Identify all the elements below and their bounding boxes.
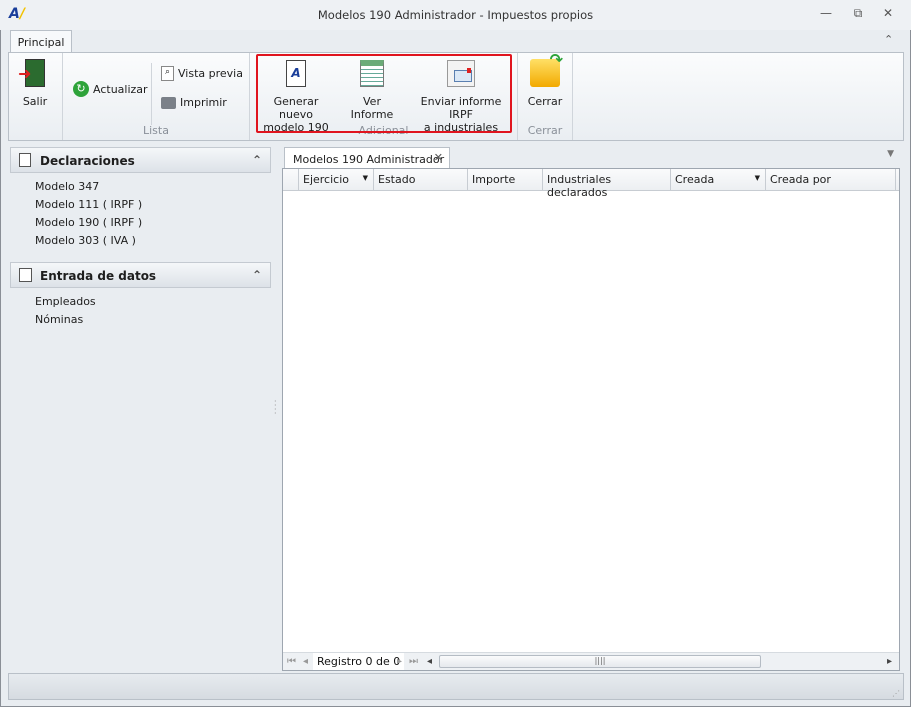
first-record-icon[interactable]: ⏮ bbox=[287, 656, 296, 667]
column-ejercicio[interactable]: Ejercicio ▼ bbox=[299, 169, 374, 190]
document-area: Modelos 190 Administrador ✕ ▼ Ejercicio ▼… bbox=[282, 146, 902, 673]
vista-previa-button[interactable]: ⌕ Vista previa bbox=[161, 66, 243, 81]
printer-icon bbox=[161, 96, 176, 109]
folder-icon: ↷ bbox=[530, 52, 563, 87]
column-creada[interactable]: Creada ▼ bbox=[671, 169, 766, 190]
column-industriales[interactable]: Industriales declarados bbox=[543, 169, 671, 199]
last-record-icon[interactable]: ⏭ bbox=[409, 656, 418, 667]
entrada-datos-title: Entrada de datos bbox=[40, 269, 157, 283]
declaraciones-title: Declaraciones bbox=[40, 154, 135, 168]
maximize-button[interactable]: ⧉ bbox=[848, 6, 868, 24]
tab-list-dropdown-icon[interactable]: ▼ bbox=[887, 149, 894, 159]
collapse-ribbon-icon[interactable]: ⌃ bbox=[884, 33, 893, 46]
column-label: Creada bbox=[675, 173, 715, 186]
row-indicator-header bbox=[283, 169, 299, 190]
resize-grip-icon[interactable]: ⋰ bbox=[892, 689, 900, 698]
close-window-button[interactable]: ✕ bbox=[878, 6, 898, 24]
title-bar: A/ Modelos 190 Administrador - Impuestos… bbox=[0, 0, 911, 30]
record-count: Registro 0 de 0 bbox=[313, 653, 405, 670]
minimize-button[interactable]: — bbox=[816, 6, 836, 24]
vista-previa-label: Vista previa bbox=[178, 67, 243, 80]
next-record-icon[interactable]: ▸ bbox=[397, 656, 402, 667]
group-cerrar: ↷ Cerrar Cerrar bbox=[518, 52, 573, 140]
salir-label: Salir bbox=[22, 95, 48, 108]
sidebar-item-modelo-190[interactable]: Modelo 190 ( IRPF ) bbox=[35, 216, 142, 229]
salir-button[interactable]: ➜ Salir bbox=[15, 59, 55, 108]
scroll-right-icon[interactable]: ▸ bbox=[887, 656, 892, 667]
splitter-handle[interactable]: · · · · bbox=[274, 398, 277, 418]
document-icon bbox=[19, 153, 31, 167]
prev-record-icon[interactable]: ◂ bbox=[303, 656, 308, 667]
scroll-left-icon[interactable]: ◂ bbox=[427, 656, 432, 667]
ribbon-tab-principal[interactable]: Principal bbox=[10, 30, 72, 53]
imprimir-label: Imprimir bbox=[180, 96, 227, 109]
imprimir-button[interactable]: Imprimir bbox=[161, 96, 227, 109]
sort-desc-icon: ▼ bbox=[362, 174, 368, 182]
collapse-icon[interactable]: ⌃ bbox=[252, 153, 262, 167]
separator bbox=[151, 63, 152, 125]
exit-door-icon: ➜ bbox=[18, 59, 45, 87]
cerrar-group-label: Cerrar bbox=[527, 124, 563, 137]
tab-label: Modelos 190 Administrador bbox=[293, 153, 445, 166]
declaraciones-header[interactable]: Declaraciones ⌃ bbox=[10, 147, 271, 173]
status-bar: ⋰ bbox=[8, 673, 904, 700]
column-importe[interactable]: Importe bbox=[468, 169, 543, 190]
highlight-box bbox=[256, 54, 512, 133]
horizontal-scrollbar-thumb[interactable]: |||| bbox=[439, 655, 761, 668]
group-lista: ↻ Actualizar ⌕ Vista previa Imprimir Lis… bbox=[63, 53, 250, 140]
cerrar-label: Cerrar bbox=[527, 95, 563, 108]
data-entry-icon bbox=[19, 268, 32, 282]
navigation-panel: Declaraciones ⌃ Modelo 347 Modelo 111 ( … bbox=[8, 145, 273, 673]
grid-navigator: ⏮ ◂ Registro 0 de 0 ▸ ⏭ ◂ |||| ▸ bbox=[283, 652, 899, 670]
data-grid: Ejercicio ▼ Estado Importe Industriales d… bbox=[282, 168, 900, 671]
column-estado[interactable]: Estado bbox=[374, 169, 468, 190]
sidebar-item-modelo-347[interactable]: Modelo 347 bbox=[35, 180, 99, 193]
refresh-icon: ↻ bbox=[73, 81, 89, 97]
close-tab-icon[interactable]: ✕ bbox=[434, 151, 443, 164]
entrada-datos-header[interactable]: Entrada de datos ⌃ bbox=[10, 262, 271, 288]
grid-header: Ejercicio ▼ Estado Importe Industriales d… bbox=[283, 169, 899, 199]
window-title: Modelos 190 Administrador - Impuestos pr… bbox=[317, 8, 594, 22]
group-salir: ➜ Salir bbox=[9, 53, 63, 140]
sidebar-item-nominas[interactable]: Nóminas bbox=[35, 313, 83, 326]
preview-icon: ⌕ bbox=[161, 66, 174, 81]
collapse-icon[interactable]: ⌃ bbox=[252, 268, 262, 282]
cerrar-button[interactable]: ↷ Cerrar bbox=[522, 52, 568, 109]
sidebar-item-modelo-111[interactable]: Modelo 111 ( IRPF ) bbox=[35, 198, 142, 211]
sidebar-item-modelo-303[interactable]: Modelo 303 ( IVA ) bbox=[35, 234, 136, 247]
actualizar-label: Actualizar bbox=[93, 82, 148, 96]
sidebar-item-empleados[interactable]: Empleados bbox=[35, 295, 96, 308]
tab-modelos-190[interactable]: Modelos 190 Administrador ✕ bbox=[284, 147, 450, 169]
actualizar-button[interactable]: ↻ Actualizar bbox=[73, 81, 148, 97]
sort-desc-icon: ▼ bbox=[754, 174, 760, 182]
lista-group-label: Lista bbox=[143, 124, 169, 137]
column-creada-por[interactable]: Creada por bbox=[766, 169, 896, 190]
column-label: Ejercicio bbox=[303, 173, 349, 186]
